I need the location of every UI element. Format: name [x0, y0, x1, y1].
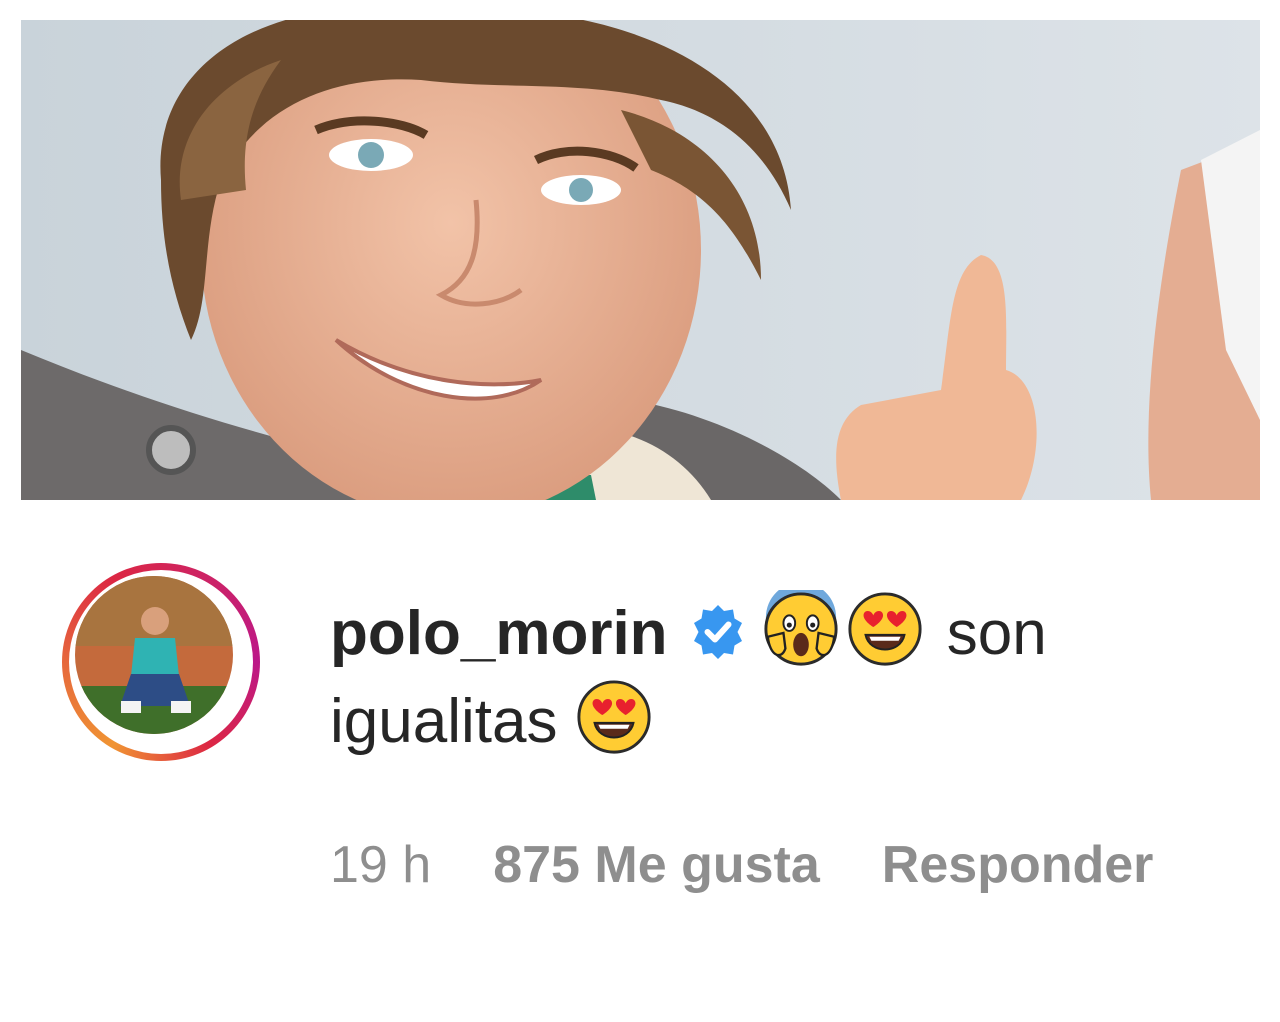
- reply-button[interactable]: Responder: [882, 835, 1154, 895]
- comment-body: polo_morin son igualitas: [330, 582, 1230, 766]
- smiling-face-with-heart-eyes-emoji: [575, 678, 653, 756]
- avatar[interactable]: [75, 576, 233, 734]
- avatar-story-ring[interactable]: [62, 563, 260, 761]
- comment-text-part2: igualitas: [330, 687, 558, 756]
- comment-timestamp[interactable]: 19 h: [330, 835, 431, 895]
- comment-meta-row: 19 h 875 Me gusta Responder: [330, 835, 1153, 895]
- post-photo: [21, 20, 1260, 500]
- verified-badge-icon: [688, 598, 748, 659]
- username-link[interactable]: polo_morin: [330, 599, 668, 668]
- face-screaming-in-fear-emoji: [762, 582, 840, 668]
- comment-text-part1: son: [946, 599, 1047, 668]
- smiling-face-with-heart-eyes-emoji: [846, 590, 924, 668]
- likes-count-link[interactable]: 875 Me gusta: [493, 835, 820, 895]
